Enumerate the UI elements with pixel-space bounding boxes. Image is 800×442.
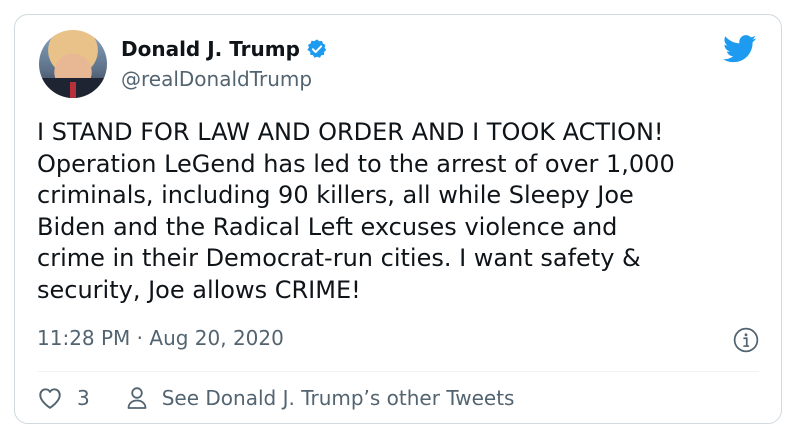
- tweet-timestamp[interactable]: 11:28 PM · Aug 20, 2020: [37, 326, 284, 350]
- person-icon[interactable]: [126, 386, 148, 410]
- see-other-tweets-link[interactable]: See Donald J. Trump’s other Tweets: [162, 386, 515, 410]
- like-count: 3: [77, 386, 90, 410]
- twitter-bird-icon[interactable]: [723, 35, 757, 63]
- tweet-card: Donald J. Trump @realDonaldTrump I STAND…: [14, 14, 782, 424]
- tweet-actions: 3 See Donald J. Trump’s other Tweets: [37, 383, 514, 413]
- info-icon[interactable]: [733, 327, 759, 353]
- author-name-row: Donald J. Trump: [121, 37, 328, 61]
- tweet-text: I STAND FOR LAW AND ORDER AND I TOOK ACT…: [37, 118, 675, 304]
- footer-divider: [37, 371, 759, 372]
- avatar[interactable]: [39, 30, 107, 98]
- heart-icon[interactable]: [37, 386, 63, 410]
- avatar-tie: [70, 82, 76, 98]
- verified-badge-icon: [307, 39, 327, 58]
- author-name[interactable]: Donald J. Trump: [121, 37, 300, 61]
- author-handle[interactable]: @realDonaldTrump: [121, 67, 312, 91]
